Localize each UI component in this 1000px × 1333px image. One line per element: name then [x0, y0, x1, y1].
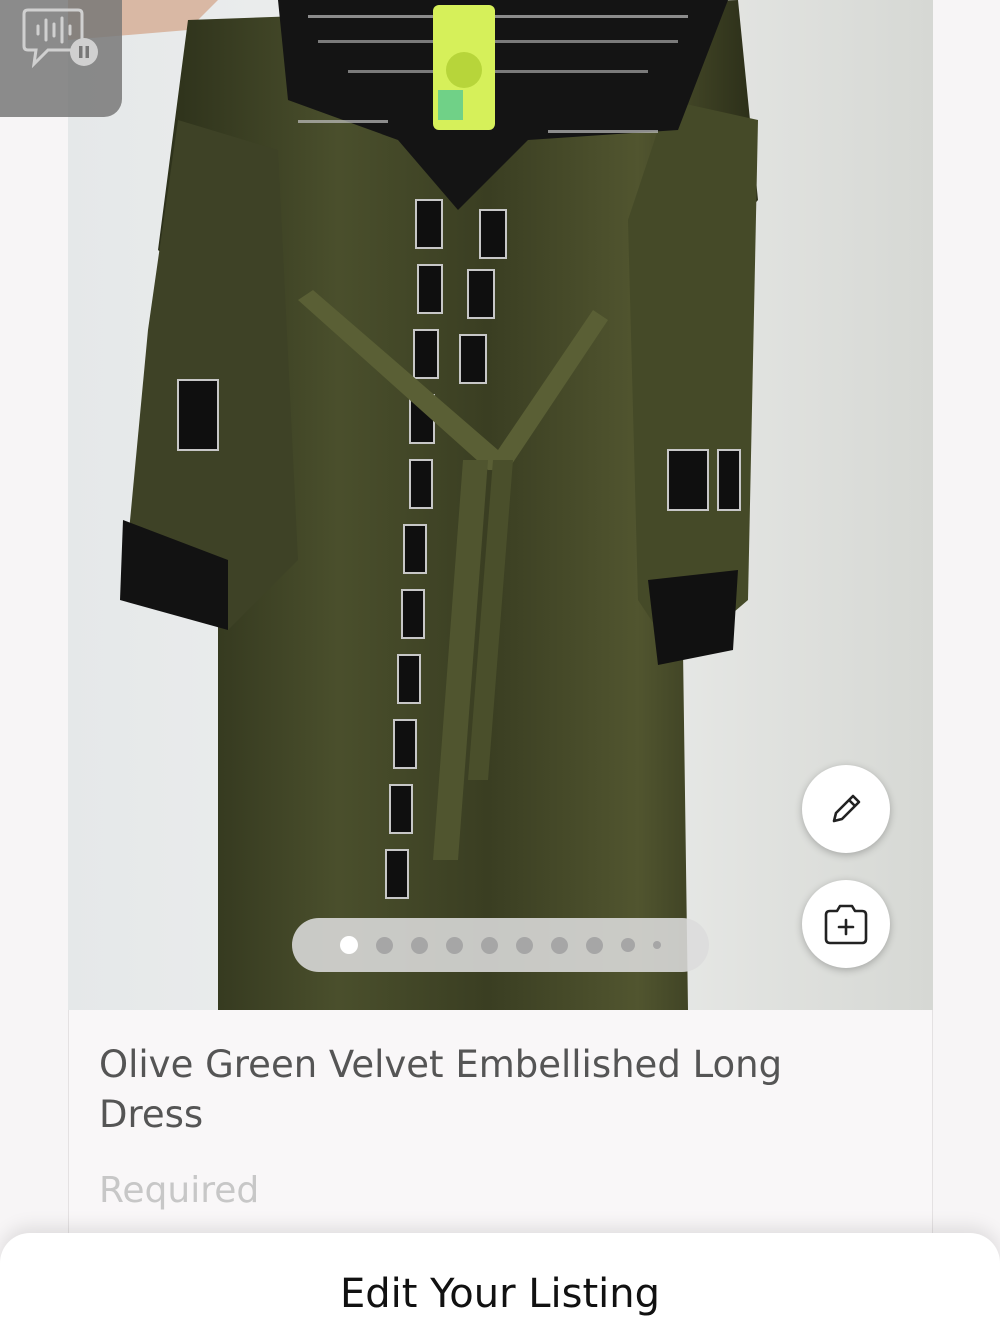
pager-dot[interactable]: [340, 936, 358, 954]
pager-dot[interactable]: [481, 936, 498, 954]
pager-dot[interactable]: [376, 936, 393, 954]
pager-dot[interactable]: [653, 941, 661, 949]
product-photo[interactable]: [68, 0, 933, 1010]
edit-listing-screen: Olive Green Velvet Embellished Long Dres…: [0, 0, 1000, 1333]
description-field-placeholder[interactable]: Required: [99, 1170, 259, 1211]
photo-pager[interactable]: [292, 918, 709, 972]
camera-plus-icon: [824, 904, 868, 945]
pager-dot[interactable]: [586, 936, 603, 954]
listing-title[interactable]: Olive Green Velvet Embellished Long Dres…: [99, 1040, 859, 1140]
add-photo-button[interactable]: [802, 880, 890, 968]
pager-dot[interactable]: [516, 936, 533, 954]
voice-message-icon: [22, 8, 98, 69]
voice-assistant-widget[interactable]: [0, 0, 122, 117]
pager-dot[interactable]: [621, 938, 635, 952]
pencil-icon: [832, 794, 861, 823]
pager-dot[interactable]: [446, 936, 463, 954]
edit-photo-button[interactable]: [802, 765, 890, 853]
dress-image: [68, 0, 933, 1010]
bottom-sheet: Edit Your Listing: [0, 1233, 1000, 1333]
listing-details-card: Olive Green Velvet Embellished Long Dres…: [68, 1010, 933, 1250]
sheet-title: Edit Your Listing: [339, 1271, 661, 1317]
pager-dot[interactable]: [551, 936, 568, 954]
pager-dot[interactable]: [411, 936, 428, 954]
